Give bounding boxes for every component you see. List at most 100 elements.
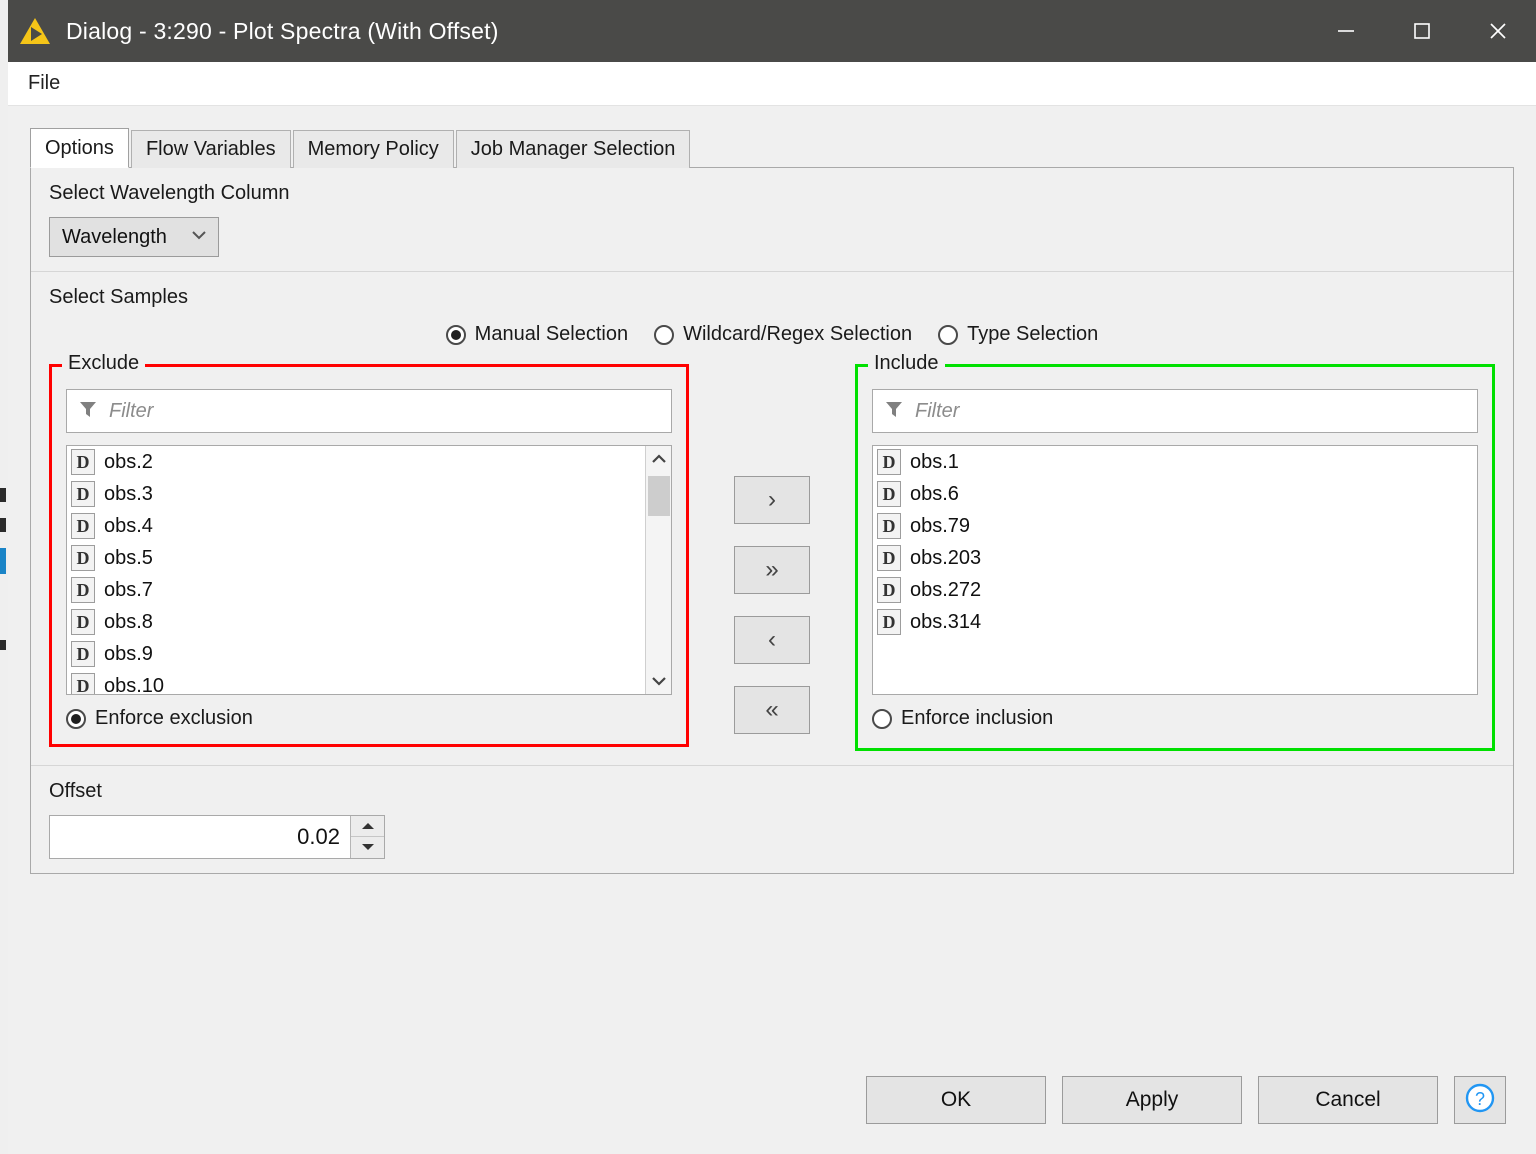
scrollbar-thumb[interactable] [648, 476, 670, 516]
enforce-inclusion-radio[interactable]: Enforce inclusion [872, 707, 1053, 730]
double-type-icon: D [877, 609, 901, 635]
radio-manual-selection[interactable]: Manual Selection [445, 323, 628, 346]
dialog-footer: OK Apply Cancel ? [8, 1050, 1536, 1154]
list-item-label: obs.79 [910, 514, 971, 537]
list-item-label: obs.7 [104, 578, 153, 601]
double-type-icon: D [71, 449, 95, 475]
double-type-icon: D [877, 513, 901, 539]
list-item[interactable]: D obs.7 [67, 574, 645, 606]
double-type-icon: D [71, 513, 95, 539]
include-filter-input[interactable]: Filter [872, 389, 1478, 433]
double-type-icon: D [71, 641, 95, 667]
exclude-list-items: D obs.2 D obs.3 D obs.4 D obs.5 D obs.7 … [67, 446, 645, 694]
list-item-label: obs.272 [910, 578, 982, 601]
include-fieldset: Include Filter D obs.1 D obs.6 D obs.79 … [855, 352, 1495, 751]
cancel-button[interactable]: Cancel [1258, 1076, 1438, 1124]
svg-text:?: ? [1475, 1089, 1485, 1109]
samples-section: Select Samples Manual Selection Wildcard… [31, 272, 1513, 766]
exclude-fieldset: Exclude Filter D obs.2 D obs.3 D obs.4 D… [49, 352, 689, 747]
exclude-filter-placeholder: Filter [109, 399, 154, 422]
move-all-left-button[interactable]: « [734, 686, 810, 734]
radio-dot [445, 324, 466, 345]
offset-spinner-buttons [350, 815, 384, 858]
tab-options[interactable]: Options [30, 128, 129, 168]
list-item[interactable]: D obs.272 [873, 574, 1477, 606]
double-type-icon: D [71, 545, 95, 571]
enforce-inclusion-label: Enforce inclusion [901, 707, 1054, 729]
move-right-button[interactable]: › [734, 476, 810, 524]
list-item[interactable]: D obs.1 [873, 446, 1477, 478]
offset-section-label: Offset [49, 779, 102, 802]
funnel-icon [883, 398, 905, 425]
selection-mode-radio-group: Manual Selection Wildcard/Regex Selectio… [49, 323, 1495, 346]
close-icon[interactable] [1460, 0, 1536, 62]
wavelength-column-value: Wavelength [62, 225, 167, 248]
title-bar: Dialog - 3:290 - Plot Spectra (With Offs… [8, 0, 1536, 62]
radio-type-selection-label: Type Selection [967, 323, 1099, 345]
list-item[interactable]: D obs.79 [873, 510, 1477, 542]
double-type-icon: D [71, 481, 95, 507]
list-item[interactable]: D obs.2 [67, 446, 645, 478]
exclude-filter-input[interactable]: Filter [66, 389, 672, 433]
scroll-down-icon[interactable] [646, 668, 671, 694]
maximize-icon[interactable] [1384, 0, 1460, 62]
double-type-icon: D [877, 481, 901, 507]
list-item-label: obs.2 [104, 450, 153, 473]
list-item[interactable]: D obs.8 [67, 606, 645, 638]
double-type-icon: D [877, 545, 901, 571]
list-item-label: obs.1 [910, 450, 959, 473]
move-all-right-button[interactable]: » [734, 546, 810, 594]
radio-type-selection[interactable]: Type Selection [938, 323, 1098, 346]
exclude-list[interactable]: D obs.2 D obs.3 D obs.4 D obs.5 D obs.7 … [66, 445, 672, 695]
dialog-body: Options Flow Variables Memory Policy Job… [8, 106, 1536, 1050]
offset-spinner[interactable]: 0.02 [49, 814, 385, 859]
list-item-label: obs.314 [910, 610, 982, 633]
menu-item-file[interactable]: File [14, 72, 74, 95]
list-item[interactable]: D obs.5 [67, 542, 645, 574]
tab-flow-variables[interactable]: Flow Variables [130, 130, 291, 168]
list-item[interactable]: D obs.3 [67, 478, 645, 510]
list-item-label: obs.4 [104, 514, 153, 537]
offset-section: Offset 0.02 [31, 766, 1513, 873]
help-icon: ? [1463, 1081, 1497, 1120]
list-item-label: obs.5 [104, 546, 153, 569]
options-tab-panel: Select Wavelength Column Wavelength Sele… [30, 167, 1514, 874]
include-list[interactable]: D obs.1 D obs.6 D obs.79 D obs.203 D obs… [872, 445, 1478, 695]
wavelength-column-dropdown[interactable]: Wavelength [49, 217, 219, 257]
minimize-icon[interactable] [1308, 0, 1384, 62]
exclude-list-scrollbar[interactable] [645, 446, 671, 694]
radio-dot [938, 324, 959, 345]
double-type-icon: D [877, 449, 901, 475]
list-item-label: obs.10 [104, 674, 165, 695]
list-item-label: obs.3 [104, 482, 153, 505]
tab-job-manager-selection[interactable]: Job Manager Selection [455, 130, 691, 168]
help-button[interactable]: ? [1454, 1076, 1506, 1124]
scroll-up-icon[interactable] [646, 446, 671, 472]
list-item[interactable]: D obs.9 [67, 638, 645, 670]
list-item[interactable]: D obs.4 [67, 510, 645, 542]
chevron-down-icon [190, 228, 208, 246]
tab-strip: Options Flow Variables Memory Policy Job… [30, 128, 1514, 168]
radio-wildcard-regex-selection-label: Wildcard/Regex Selection [683, 323, 913, 345]
spinner-up-icon[interactable] [351, 815, 384, 837]
enforce-exclusion-label: Enforce exclusion [95, 707, 253, 729]
list-item[interactable]: D obs.314 [873, 606, 1477, 638]
offset-value[interactable]: 0.02 [50, 816, 350, 858]
enforce-exclusion-radio[interactable]: Enforce exclusion [66, 707, 253, 730]
list-item[interactable]: D obs.6 [873, 478, 1477, 510]
spinner-down-icon[interactable] [351, 836, 384, 858]
list-item[interactable]: D obs.203 [873, 542, 1477, 574]
move-left-button[interactable]: ‹ [734, 616, 810, 664]
knime-triangle-icon [18, 14, 52, 48]
ok-button[interactable]: OK [866, 1076, 1046, 1124]
radio-wildcard-regex-selection[interactable]: Wildcard/Regex Selection [654, 323, 912, 346]
window-controls [1308, 0, 1536, 62]
double-type-icon: D [71, 609, 95, 635]
column-filter-panel: Exclude Filter D obs.2 D obs.3 D obs.4 D… [49, 352, 1495, 751]
include-legend: Include [868, 352, 945, 375]
list-item[interactable]: D obs.10 [67, 670, 645, 695]
wavelength-section: Select Wavelength Column Wavelength [31, 168, 1513, 272]
apply-button[interactable]: Apply [1062, 1076, 1242, 1124]
tab-memory-policy[interactable]: Memory Policy [292, 130, 454, 168]
double-type-icon: D [877, 577, 901, 603]
